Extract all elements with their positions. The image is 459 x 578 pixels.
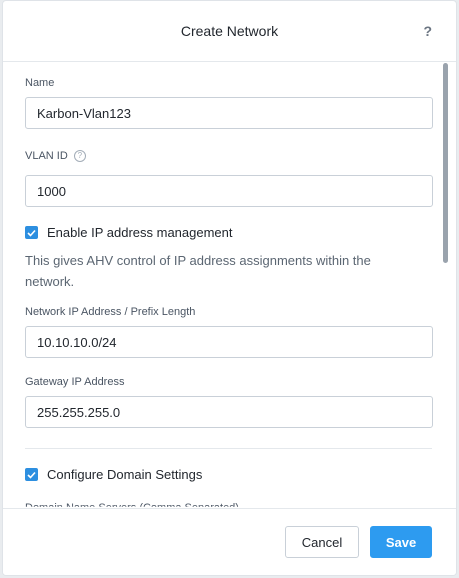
vlan-id-input[interactable] (25, 175, 433, 207)
dialog-title: Create Network (180, 23, 279, 39)
domain-checkbox-row[interactable]: Configure Domain Settings (25, 467, 202, 482)
domain-checkbox-label: Configure Domain Settings (47, 467, 203, 482)
section-divider (25, 448, 432, 449)
ipam-description: This gives AHV control of IP address ass… (25, 253, 371, 289)
name-input[interactable] (25, 97, 433, 129)
cancel-button[interactable]: Cancel (285, 526, 359, 558)
gateway-ip-input[interactable] (25, 396, 433, 428)
checkmark-icon (27, 471, 36, 479)
create-network-dialog: Create Network ? Name VLAN ID? Enable IP… (2, 0, 457, 576)
network-ip-input[interactable] (25, 326, 433, 358)
save-button[interactable]: Save (370, 526, 432, 558)
dialog-body[interactable]: Name VLAN ID? Enable IP address manageme… (3, 63, 456, 511)
checkmark-icon (27, 229, 36, 237)
domain-checkbox[interactable] (25, 468, 38, 481)
dialog-header: Create Network ? (3, 1, 456, 62)
gateway-ip-label: Gateway IP Address (25, 376, 125, 388)
ipam-checkbox[interactable] (25, 226, 38, 239)
info-icon[interactable]: ? (73, 150, 86, 163)
vlan-id-label-row: VLAN ID? (25, 150, 86, 163)
name-label: Name (25, 77, 55, 89)
ipam-checkbox-row[interactable]: Enable IP address management (25, 225, 233, 240)
vlan-id-label: VLAN ID (25, 150, 68, 162)
network-ip-label: Network IP Address / Prefix Length (25, 306, 196, 318)
help-icon[interactable]: ? (423, 23, 432, 39)
ipam-checkbox-label: Enable IP address management (47, 225, 233, 240)
scrollbar[interactable] (443, 63, 448, 263)
dialog-footer: Cancel Save (3, 508, 456, 575)
